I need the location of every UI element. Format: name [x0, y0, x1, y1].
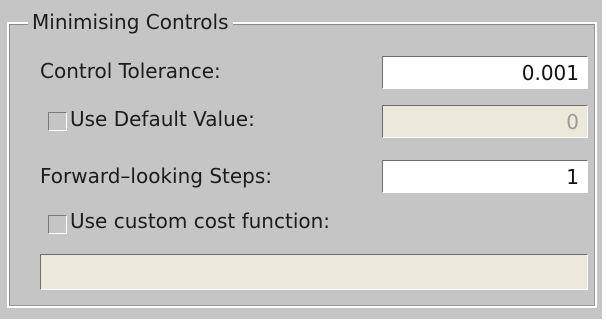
group-title: Minimising Controls [28, 10, 233, 34]
minimising-controls-panel: Minimising Controls Control Tolerance: U… [0, 0, 606, 325]
custom-cost-function-input [40, 254, 588, 290]
forward-looking-steps-label: Forward–looking Steps: [40, 164, 273, 188]
forward-looking-steps-input[interactable] [382, 160, 588, 193]
control-tolerance-input[interactable] [382, 56, 588, 89]
use-custom-cost-function-checkbox[interactable] [48, 215, 67, 234]
default-value-input [382, 105, 588, 138]
use-custom-cost-function-label[interactable]: Use custom cost function: [70, 209, 330, 233]
use-default-value-checkbox[interactable] [48, 112, 67, 131]
control-tolerance-label: Control Tolerance: [40, 59, 221, 83]
use-default-value-label[interactable]: Use Default Value: [70, 107, 255, 131]
